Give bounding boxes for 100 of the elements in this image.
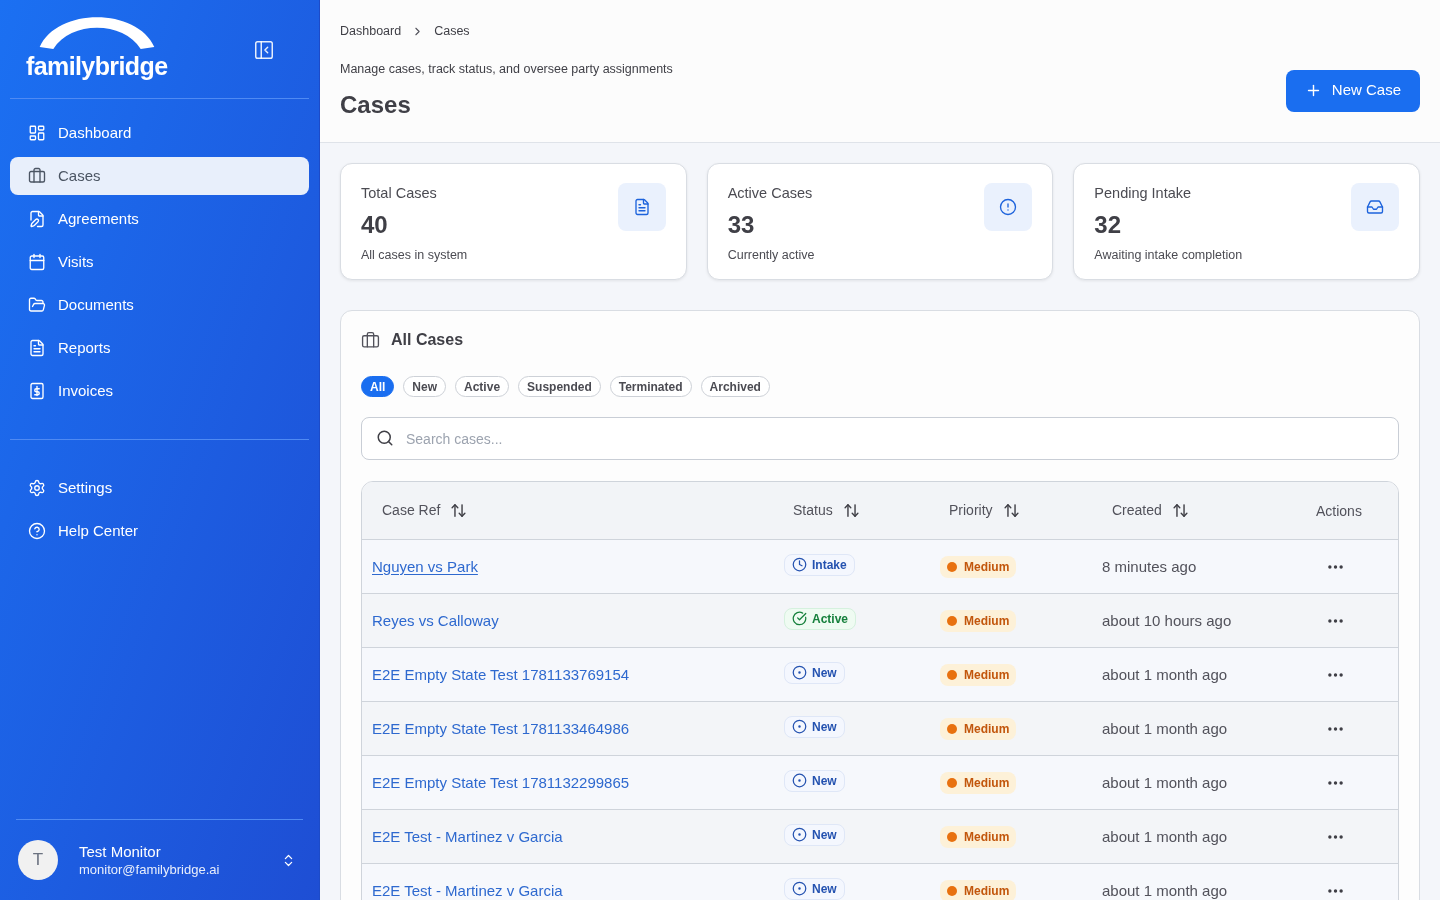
logo-text: familybridge <box>26 51 168 81</box>
status-label: New <box>812 772 837 790</box>
bridge-arc-icon <box>37 15 156 49</box>
stat-value: 40 <box>361 210 389 240</box>
created-time: about 1 month ago <box>1102 665 1228 683</box>
row-actions-button[interactable] <box>1326 724 1345 733</box>
circle-dot-icon <box>792 827 807 843</box>
user-name: Test Monitor <box>79 841 162 861</box>
priority-label: Medium <box>964 558 1010 576</box>
more-icon <box>1328 834 1343 839</box>
case-link[interactable]: E2E Empty State Test 1781133769154 <box>372 665 630 683</box>
briefcase-icon <box>28 167 46 185</box>
search-icon <box>376 429 394 447</box>
settings-icon <box>28 479 46 497</box>
more-icon <box>1328 618 1343 623</box>
priority-label: Medium <box>964 720 1010 738</box>
user-avatar: T <box>18 840 58 880</box>
more-icon <box>1328 888 1343 893</box>
stat-title: Total Cases <box>361 184 438 203</box>
filter-chip[interactable]: Terminated <box>609 376 692 397</box>
case-link[interactable]: E2E Empty State Test 1781132299865 <box>372 773 630 791</box>
case-link[interactable]: E2E Test - Martinez v Garcia <box>372 881 563 899</box>
circle-dot-icon <box>792 665 807 681</box>
folder-icon <box>28 296 46 314</box>
column-header[interactable]: Created <box>1112 500 1189 521</box>
case-link[interactable]: Reyes vs Calloway <box>372 611 499 629</box>
case-link[interactable]: E2E Test - Martinez v Garcia <box>372 827 563 845</box>
row-actions-button[interactable] <box>1326 562 1345 571</box>
status-label: Active <box>812 610 849 628</box>
sort-icon <box>1002 502 1020 519</box>
row-actions-button[interactable] <box>1326 832 1345 841</box>
created-time: about 1 month ago <box>1102 719 1228 737</box>
sort-icon <box>1171 502 1189 519</box>
more-icon <box>1328 564 1343 569</box>
case-link[interactable]: Nguyen vs Park <box>372 557 478 575</box>
column-header[interactable]: Priority <box>949 500 1020 521</box>
new-case-button[interactable]: New Case <box>1285 69 1420 112</box>
circle-dot-icon <box>792 773 807 789</box>
more-icon <box>1328 672 1343 677</box>
row-actions-button[interactable] <box>1326 886 1345 895</box>
stat-caption: All cases in system <box>361 247 468 263</box>
dollar-document-icon <box>28 382 46 400</box>
alert-icon <box>984 183 1033 231</box>
user-email: monitor@familybridge.ai <box>79 860 221 879</box>
inbox-icon <box>1351 183 1399 231</box>
filter-chip[interactable]: Active <box>455 376 510 397</box>
row-actions-button[interactable] <box>1326 670 1345 679</box>
created-time: about 1 month ago <box>1102 827 1228 845</box>
page-description: Manage cases, track status, and oversee party assignments <box>340 61 673 78</box>
priority-label: Medium <box>964 774 1010 792</box>
page-title: Cases <box>340 90 412 120</box>
stat-caption: Currently active <box>727 247 815 263</box>
filter-chip[interactable]: Suspended <box>518 376 601 397</box>
created-time: about 10 hours ago <box>1102 611 1232 629</box>
document-icon <box>617 183 666 231</box>
case-link[interactable]: E2E Empty State Test 1781133464986 <box>372 719 630 737</box>
created-time: about 1 month ago <box>1102 773 1228 791</box>
priority-label: Medium <box>964 828 1010 846</box>
search-field[interactable]: Search cases... <box>361 417 1399 460</box>
calendar-icon <box>28 253 46 271</box>
sidebar-toggle-icon <box>253 39 275 61</box>
collapse-sidebar-button[interactable] <box>253 39 275 61</box>
briefcase-icon <box>361 330 380 350</box>
nav-item[interactable]: Agreements <box>10 200 309 238</box>
check-circle-icon <box>792 611 807 627</box>
created-time: about 1 month ago <box>1102 881 1228 899</box>
nav-item[interactable]: Invoices <box>10 372 309 410</box>
created-time: 8 minutes ago <box>1102 557 1197 575</box>
filter-chip[interactable]: Archived <box>700 376 770 397</box>
clock-icon <box>792 557 807 573</box>
sort-icon <box>450 502 468 519</box>
stat-caption: Awaiting intake completion <box>1094 247 1243 263</box>
more-icon <box>1328 780 1343 785</box>
breadcrumb-current: Cases <box>434 22 470 40</box>
nav-item[interactable]: Help Center <box>10 512 309 550</box>
nav-item[interactable]: Dashboard <box>10 114 309 152</box>
nav-item[interactable]: Settings <box>10 469 309 507</box>
row-actions-button[interactable] <box>1326 616 1345 625</box>
help-icon <box>28 522 46 540</box>
filter-chip[interactable]: All <box>361 376 395 397</box>
row-actions-button[interactable] <box>1326 778 1345 787</box>
document-icon <box>28 339 46 357</box>
column-header: Actions <box>1316 502 1362 519</box>
nav-item[interactable]: Visits <box>10 243 309 281</box>
breadcrumb-link[interactable]: Dashboard <box>340 21 402 41</box>
column-header[interactable]: Case Ref <box>382 500 468 521</box>
sort-icon <box>842 502 860 519</box>
filter-chip[interactable]: New <box>403 376 447 397</box>
column-header[interactable]: Status <box>793 500 860 521</box>
dashboard-grid-icon <box>28 124 46 142</box>
nav-item[interactable]: Documents <box>10 286 309 324</box>
priority-label: Medium <box>964 666 1010 684</box>
stat-title: Active Cases <box>727 184 814 203</box>
panel-title: All Cases <box>391 330 464 350</box>
status-label: Intake <box>812 556 847 574</box>
priority-label: Medium <box>964 612 1010 630</box>
more-icon <box>1328 726 1343 731</box>
nav-item[interactable]: Cases <box>10 157 309 195</box>
circle-dot-icon <box>792 719 807 735</box>
nav-item[interactable]: Reports <box>10 329 309 367</box>
